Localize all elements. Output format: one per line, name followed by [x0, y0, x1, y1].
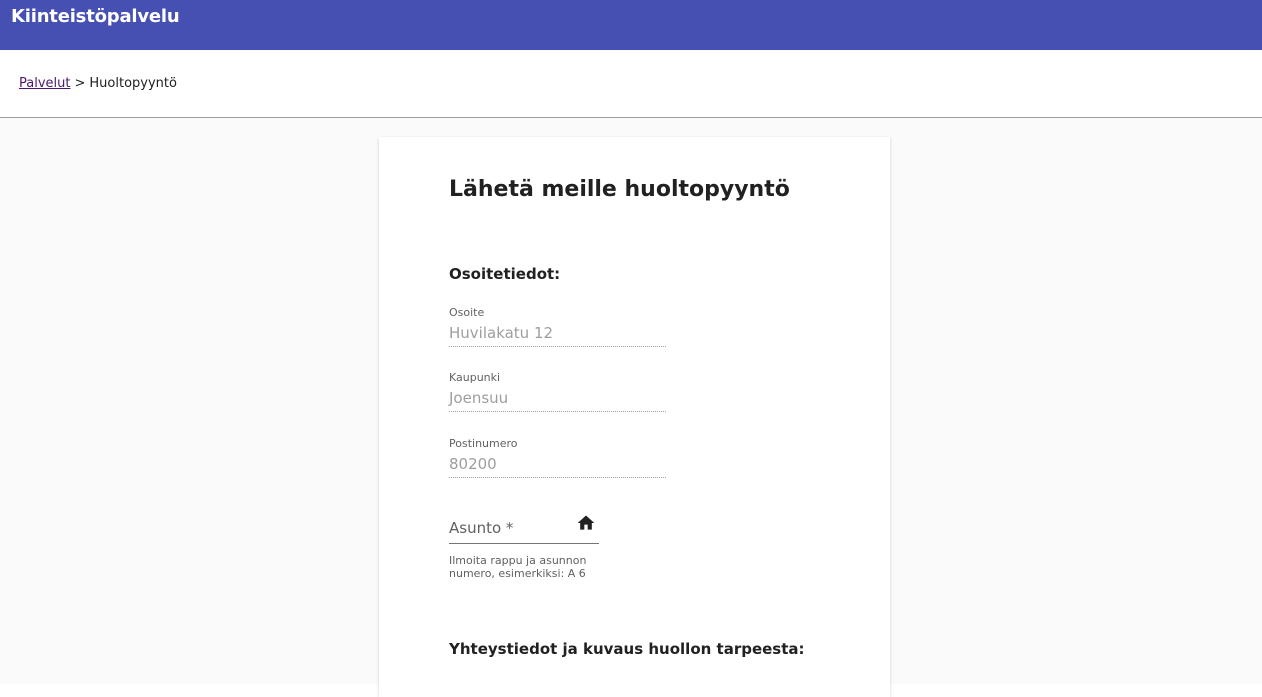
app-title: Kiinteistöpalvelu: [11, 6, 180, 27]
breadcrumb-bar: Palvelut > Huoltopyyntö: [0, 50, 1262, 118]
asunto-helper-text: Ilmoita rappu ja asunnon numero, esimerk…: [449, 554, 587, 580]
postinumero-value: 80200: [449, 451, 666, 478]
osoite-field: Osoite Huvilakatu 12: [449, 306, 666, 347]
kaupunki-label: Kaupunki: [449, 371, 501, 384]
postinumero-label: Postinumero: [449, 437, 518, 450]
contact-section-heading: Yhteystiedot ja kuvaus huollon tarpeesta…: [449, 640, 805, 658]
page-title: Lähetä meille huoltopyyntö: [449, 177, 790, 202]
breadcrumb-separator: >: [74, 76, 86, 91]
service-request-card: Lähetä meille huoltopyyntö Osoitetiedot:…: [379, 137, 890, 697]
main-content: Lähetä meille huoltopyyntö Osoitetiedot:…: [0, 118, 1262, 697]
home-icon: [576, 513, 596, 533]
osoite-value: Huvilakatu 12: [449, 320, 666, 347]
osoite-label: Osoite: [449, 306, 485, 319]
kaupunki-field: Kaupunki Joensuu: [449, 371, 666, 412]
breadcrumb-link-palvelut[interactable]: Palvelut: [19, 76, 70, 91]
kaupunki-value: Joensuu: [449, 385, 666, 412]
postinumero-field: Postinumero 80200: [449, 437, 666, 478]
breadcrumb: Palvelut > Huoltopyyntö: [19, 76, 177, 91]
app-header: Kiinteistöpalvelu: [0, 0, 1262, 50]
address-section-heading: Osoitetiedot:: [449, 265, 561, 283]
breadcrumb-current: Huoltopyyntö: [89, 76, 177, 91]
